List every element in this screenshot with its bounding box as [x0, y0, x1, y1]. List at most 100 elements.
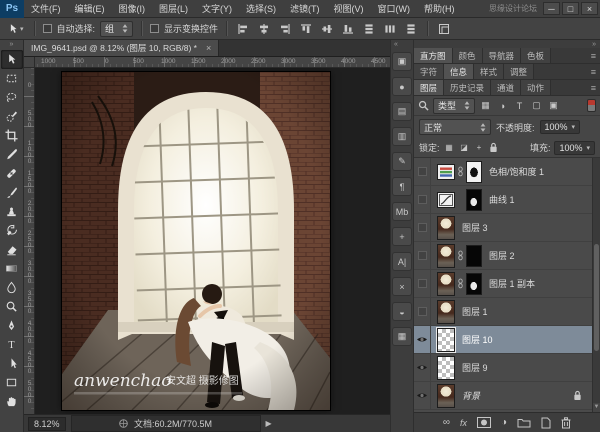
visibility-toggle[interactable]	[414, 326, 431, 353]
menu-help[interactable]: 帮助(H)	[417, 0, 462, 18]
layer-row-selected[interactable]: 图层 10	[414, 326, 592, 354]
tab-color[interactable]: 颜色	[453, 48, 483, 63]
marquee-tool[interactable]	[1, 69, 23, 88]
zoom-level-field[interactable]: 8.12%	[28, 417, 66, 431]
fill-field[interactable]: 100% ▾	[554, 141, 595, 155]
tab-close-icon[interactable]: ×	[206, 43, 211, 53]
move-tool[interactable]	[1, 50, 23, 69]
scroll-down-arrow[interactable]: ▼	[593, 403, 600, 412]
align-center-h-button[interactable]	[319, 21, 335, 37]
lock-all-icon[interactable]	[489, 142, 498, 153]
layer-row[interactable]: 图层 1	[414, 298, 592, 326]
dock-clone-source-icon[interactable]: ◒	[392, 302, 412, 321]
tab-history[interactable]: 历史记录	[444, 80, 491, 95]
dock-measurement-icon[interactable]: ×	[392, 277, 412, 296]
clone-stamp-tool[interactable]	[1, 202, 23, 221]
align-top-button[interactable]	[298, 21, 314, 37]
blend-mode-dropdown[interactable]: 正常	[419, 119, 491, 135]
type-tool[interactable]: T	[1, 335, 23, 354]
pen-tool[interactable]	[1, 316, 23, 335]
close-button[interactable]: ×	[581, 2, 598, 15]
layer-thumbnail[interactable]	[437, 300, 455, 324]
menu-layer[interactable]: 图层(L)	[152, 0, 195, 18]
dock-properties-icon[interactable]: ▤	[392, 102, 412, 121]
layer-mask-thumbnail[interactable]	[466, 161, 482, 183]
history-brush-tool[interactable]	[1, 221, 23, 240]
opacity-field[interactable]: 100% ▾	[540, 120, 581, 134]
visibility-toggle[interactable]	[414, 382, 431, 409]
align-right-button[interactable]	[277, 21, 293, 37]
visibility-toggle[interactable]	[414, 242, 431, 269]
distribute-center-button[interactable]	[382, 21, 398, 37]
filter-pixel-icon[interactable]: ▦	[479, 100, 492, 111]
new-layer-icon[interactable]	[541, 417, 551, 429]
panel-menu-icon[interactable]: ≡	[587, 80, 600, 95]
align-bottom-button[interactable]	[340, 21, 356, 37]
quick-select-tool[interactable]	[1, 107, 23, 126]
menu-window[interactable]: 窗口(W)	[371, 0, 418, 18]
layer-row[interactable]: 曲线 1	[414, 186, 592, 214]
new-adjustment-icon[interactable]: ◑	[501, 417, 507, 428]
minimize-button[interactable]: ─	[543, 2, 560, 15]
dock-kuler-icon[interactable]: ●	[392, 77, 412, 96]
toolbar-collapse-icon[interactable]: »	[10, 40, 14, 50]
layer-mask-thumbnail[interactable]	[466, 189, 482, 211]
layer-thumbnail[interactable]	[437, 384, 455, 408]
status-menu-arrow[interactable]: ▶	[266, 419, 272, 428]
layer-thumbnail[interactable]	[437, 328, 455, 352]
menu-view[interactable]: 视图(V)	[327, 0, 371, 18]
scrollbar-thumb[interactable]	[594, 244, 599, 351]
lock-transparency-icon[interactable]: ▦	[444, 143, 455, 152]
show-transform-checkbox[interactable]	[150, 24, 159, 33]
filter-smart-object-icon[interactable]: ▣	[547, 100, 560, 111]
auto-select-checkbox[interactable]	[43, 24, 52, 33]
lasso-tool[interactable]	[1, 88, 23, 107]
dock-tool-presets-icon[interactable]: +	[392, 227, 412, 246]
restore-button[interactable]: □	[562, 2, 579, 15]
filter-adjustment-icon[interactable]: ◑	[496, 101, 509, 111]
filter-shape-icon[interactable]: ▢	[530, 100, 543, 111]
eyedropper-tool[interactable]	[1, 145, 23, 164]
dock-expand-icon[interactable]: «	[391, 40, 398, 49]
tab-adjustments[interactable]: 调整	[504, 64, 534, 79]
layer-thumbnail[interactable]	[437, 244, 455, 268]
gradient-tool[interactable]	[1, 259, 23, 278]
tab-layers[interactable]: 图层	[414, 80, 444, 95]
healing-brush-tool[interactable]	[1, 164, 23, 183]
dock-mini-bridge-icon[interactable]: Mb	[392, 202, 412, 221]
tab-navigator[interactable]: 导航器	[483, 48, 522, 63]
layer-row[interactable]: 图层 9	[414, 354, 592, 382]
menu-file[interactable]: 文件(F)	[24, 0, 68, 18]
layer-thumbnail[interactable]	[437, 356, 455, 380]
auto-select-dropdown[interactable]: 组	[100, 21, 133, 37]
blur-tool[interactable]	[1, 278, 23, 297]
menu-type[interactable]: 文字(Y)	[195, 0, 239, 18]
layer-mask-thumbnail[interactable]	[466, 245, 482, 267]
menu-filter[interactable]: 滤镜(T)	[283, 0, 327, 18]
auto-align-button[interactable]	[436, 21, 452, 37]
dock-info-icon[interactable]: ▥	[392, 127, 412, 146]
document-tab[interactable]: IMG_9641.psd @ 8.12% (图层 10, RGB/8) * ×	[24, 40, 219, 56]
visibility-toggle[interactable]	[414, 270, 431, 297]
visibility-toggle[interactable]	[414, 298, 431, 325]
layer-style-icon[interactable]: fx	[460, 418, 467, 428]
distribute-bottom-button[interactable]	[403, 21, 419, 37]
visibility-toggle[interactable]	[414, 186, 431, 213]
canvas-photo[interactable]: anwenchao 安文超 摄影修图	[62, 72, 330, 410]
hue-saturation-thumbnail[interactable]	[437, 164, 455, 180]
shape-tool[interactable]	[1, 373, 23, 392]
dock-brush-presets-icon[interactable]: ✎	[392, 152, 412, 171]
tab-channels[interactable]: 通道	[491, 80, 521, 95]
layer-row[interactable]: 图层 2	[414, 242, 592, 270]
align-center-v-button[interactable]	[256, 21, 272, 37]
menu-select[interactable]: 选择(S)	[239, 0, 283, 18]
delete-layer-icon[interactable]	[561, 417, 571, 429]
dodge-tool[interactable]	[1, 297, 23, 316]
panel-menu-icon[interactable]: ≡	[587, 64, 600, 79]
panels-collapse-icon[interactable]: »	[592, 41, 596, 48]
tab-histogram[interactable]: 直方图	[414, 48, 453, 63]
eraser-tool[interactable]	[1, 240, 23, 259]
tab-actions[interactable]: 动作	[521, 80, 551, 95]
lock-paint-icon[interactable]: ◪	[459, 143, 470, 152]
dock-layer-comps-icon[interactable]: ▣	[392, 52, 412, 71]
